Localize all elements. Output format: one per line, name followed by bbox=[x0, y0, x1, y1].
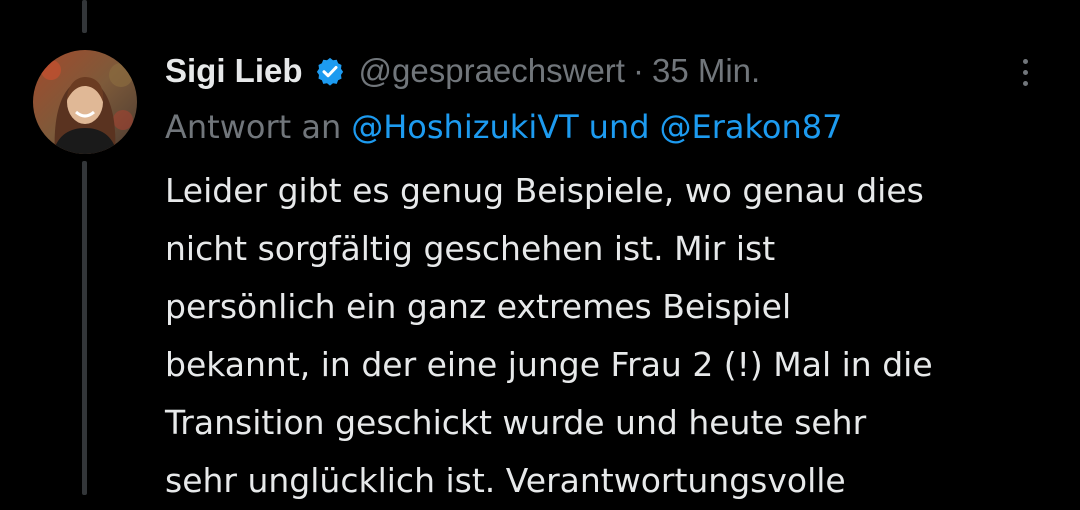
avatar[interactable] bbox=[33, 50, 137, 154]
mention-link[interactable]: @Erakon87 bbox=[660, 108, 843, 146]
avatar-image bbox=[33, 50, 137, 154]
author-name[interactable]: Sigi Lieb bbox=[165, 52, 303, 90]
verified-badge-icon bbox=[315, 56, 345, 86]
thread-line-bottom bbox=[82, 161, 87, 495]
tweet-text-line: Transition geschickt wurde und heute seh… bbox=[165, 403, 867, 442]
tweet-text-line: Leider gibt es genug Beispiele, wo genau… bbox=[165, 171, 924, 210]
tweet-text-line: persönlich ein ganz extremes Beispiel bbox=[165, 287, 792, 326]
thread-line-top bbox=[82, 0, 87, 33]
reply-prefix: Antwort an bbox=[165, 108, 342, 146]
tweet-text-line: bekannt, in der eine junge Frau 2 (!) Ma… bbox=[165, 345, 933, 384]
separator-dot: · bbox=[632, 52, 644, 89]
tweet-text-line: sehr unglücklich ist. Verantwortungsvoll… bbox=[165, 461, 846, 500]
mention-link[interactable]: @HoshizukiVT bbox=[351, 108, 578, 146]
tweet-text: Leider gibt es genug Beispiele, wo genau… bbox=[165, 162, 1045, 510]
tweet-header: Sigi Lieb @gespraechswert · 35 Min. bbox=[165, 44, 760, 98]
reply-conjunction: und bbox=[588, 108, 650, 146]
reply-context: Antwort an @HoshizukiVT und @Erakon87 bbox=[165, 100, 842, 154]
tweet-text-line: nicht sorgfältig geschehen ist. Mir ist bbox=[165, 229, 776, 268]
timestamp[interactable]: 35 Min. bbox=[652, 52, 760, 90]
more-vertical-icon[interactable] bbox=[1005, 50, 1045, 94]
author-handle[interactable]: @gespraechswert bbox=[359, 52, 625, 90]
